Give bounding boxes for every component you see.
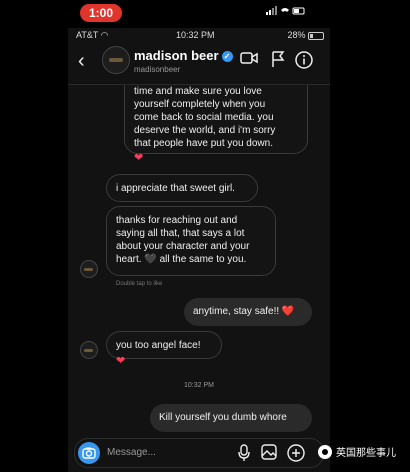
- microphone-icon[interactable]: [237, 444, 251, 462]
- battery-icon: [308, 31, 324, 40]
- watermark: 英国那些事儿: [318, 444, 396, 459]
- back-chevron-icon[interactable]: ‹: [78, 50, 85, 73]
- camera-button[interactable]: [78, 442, 100, 464]
- message-text: Kill yourself you dumb whore: [159, 412, 287, 423]
- message-text: time and make sure you love yourself com…: [134, 86, 276, 149]
- message-text: thanks for reaching out and saying all t…: [116, 215, 250, 265]
- message-text: i appreciate that sweet girl.: [116, 183, 235, 194]
- message-bubble-outgoing[interactable]: Kill yourself you dumb whore: [150, 404, 312, 432]
- info-icon[interactable]: [294, 50, 314, 70]
- phone-screen: AT&T ◠ 10:32 PM 28% ‹ madison beer ✓ madi…: [68, 28, 330, 472]
- carrier: AT&T ◠: [76, 30, 109, 40]
- avatar[interactable]: [102, 46, 130, 74]
- watermark-logo-icon: [318, 445, 332, 459]
- avatar[interactable]: [80, 260, 98, 278]
- message-text: anytime, stay safe!! ❤️: [193, 306, 295, 317]
- message-bubble-incoming[interactable]: thanks for reaching out and saying all t…: [106, 206, 276, 276]
- signal-wifi-battery-icon: [266, 6, 305, 15]
- status-time: 10:32 PM: [176, 30, 215, 40]
- message-bubble-outgoing[interactable]: anytime, stay safe!! ❤️: [184, 298, 312, 326]
- message-text: you too angel face!: [116, 340, 201, 351]
- battery-status: 28%: [287, 30, 324, 40]
- chat-header: ‹ madison beer ✓ madisonbeer: [68, 42, 330, 85]
- message-input[interactable]: Message...: [107, 447, 156, 458]
- camera-icon: [82, 447, 96, 459]
- heart-reaction-icon[interactable]: ❤: [134, 151, 143, 164]
- contact-name[interactable]: madison beer ✓: [134, 48, 233, 63]
- message-timestamp: 10:32 PM: [184, 382, 214, 389]
- recording-timer[interactable]: 1:00: [80, 4, 122, 22]
- status-bar: AT&T ◠ 10:32 PM 28%: [68, 28, 330, 42]
- avatar[interactable]: [80, 341, 98, 359]
- verified-badge-icon: ✓: [221, 51, 233, 62]
- flag-icon[interactable]: [270, 50, 286, 68]
- watermark-text: 英国那些事儿: [336, 448, 396, 459]
- message-bubble-incoming[interactable]: i appreciate that sweet girl.: [106, 174, 258, 202]
- double-tap-hint: Double tap to like: [116, 281, 163, 287]
- screen-recording-bar: 1:00: [0, 0, 410, 28]
- outer-status-icons: [266, 6, 306, 19]
- gallery-icon[interactable]: [261, 444, 277, 460]
- heart-reaction-icon[interactable]: ❤: [116, 354, 125, 367]
- add-icon[interactable]: [287, 444, 305, 462]
- message-composer: Message...: [74, 438, 324, 468]
- video-call-icon[interactable]: [240, 50, 258, 66]
- contact-handle: madisonbeer: [134, 65, 181, 74]
